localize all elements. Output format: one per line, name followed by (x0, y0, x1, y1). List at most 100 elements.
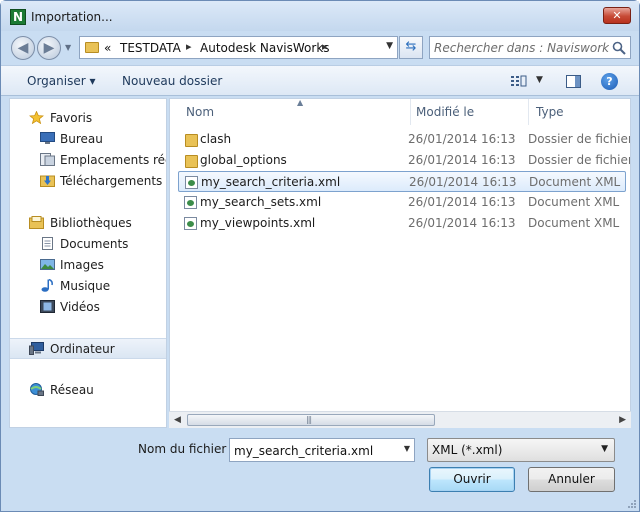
filename-input[interactable] (234, 443, 402, 459)
file-name: clash (200, 132, 232, 146)
close-button[interactable]: ✕ (603, 7, 631, 24)
network-icon (30, 383, 44, 396)
scroll-right-icon[interactable]: ▶ (619, 415, 626, 425)
xml-file-icon (184, 196, 197, 209)
refresh-button[interactable]: ⇆ (399, 36, 423, 59)
file-type: Document XML (528, 216, 620, 230)
file-date: 26/01/2014 16:13 (408, 153, 516, 167)
navisworks-app-icon: N (10, 9, 26, 25)
sidebar-item-reseau[interactable]: Réseau (10, 380, 166, 400)
breadcrumb-overflow[interactable]: « (104, 41, 111, 55)
file-name: global_options (200, 153, 287, 167)
sidebar-item-label: Téléchargements (60, 174, 163, 188)
search-box[interactable] (429, 36, 631, 59)
open-button[interactable]: Ouvrir (429, 467, 515, 492)
chevron-right-icon[interactable]: ▸ (186, 40, 192, 53)
sidebar-item-favoris[interactable]: Favoris (10, 108, 166, 128)
filetype-select[interactable]: XML (*.xml) ▼ (427, 438, 615, 462)
breadcrumb-autodesk-navisworks[interactable]: Autodesk NavisWorks (200, 41, 330, 55)
back-button[interactable]: ◀ (11, 36, 35, 60)
column-header-modified[interactable]: Modifié le (410, 99, 530, 125)
documents-icon (42, 237, 53, 250)
file-date: 26/01/2014 16:13 (408, 216, 516, 230)
file-type: Document XML (528, 195, 620, 209)
column-header-label: Nom (186, 105, 215, 119)
file-name: my_viewpoints.xml (200, 216, 316, 230)
column-header-type[interactable]: Type (530, 99, 630, 125)
sidebar-item-label: Réseau (50, 383, 94, 397)
music-icon (41, 279, 53, 292)
navigation-pane[interactable]: Favoris Bureau Emplacements récents Télé… (9, 98, 167, 428)
sidebar-item-label: Images (60, 258, 104, 272)
file-date: 26/01/2014 16:13 (408, 132, 516, 146)
videos-icon (40, 300, 55, 313)
filename-combobox[interactable]: ▼ (229, 438, 415, 462)
forward-button[interactable]: ▶ (37, 36, 61, 60)
sidebar-item-label: Ordinateur (50, 342, 115, 356)
recent-places-icon (40, 153, 55, 166)
new-folder-button[interactable]: Nouveau dossier (122, 74, 222, 88)
filename-dropdown-icon[interactable]: ▼ (404, 444, 410, 453)
column-divider[interactable] (528, 99, 529, 125)
sidebar-item-ordinateur[interactable]: Ordinateur (10, 338, 166, 359)
file-date: 26/01/2014 16:13 (409, 175, 517, 189)
address-bar[interactable]: « TESTDATA ▸ Autodesk NavisWorks ▸ ▼ (79, 36, 398, 59)
address-dropdown-icon[interactable]: ▼ (386, 41, 393, 51)
list-item-selected[interactable]: my_search_criteria.xml 26/01/2014 16:13 … (178, 171, 626, 192)
preview-pane-icon[interactable] (566, 75, 581, 88)
grip-icon: ||| (306, 415, 312, 424)
list-item[interactable]: clash 26/01/2014 16:13 Dossier de fichie… (178, 129, 630, 150)
column-header-label: Modifié le (416, 105, 475, 119)
help-icon[interactable]: ? (601, 73, 618, 90)
sidebar-item-images[interactable]: Images (10, 255, 166, 275)
sidebar-item-label: Vidéos (60, 300, 100, 314)
folder-icon (185, 155, 198, 168)
sidebar-item-telechargements[interactable]: Téléchargements (10, 171, 166, 191)
sidebar-item-bibliotheques[interactable]: Bibliothèques (10, 213, 166, 233)
view-dropdown-icon[interactable]: ▼ (536, 75, 543, 85)
column-header-name[interactable]: ▲ Nom (180, 99, 412, 125)
horizontal-scrollbar[interactable]: ◀ ||| ▶ (169, 411, 631, 428)
file-type: Dossier de fichiers (528, 153, 631, 167)
file-list[interactable]: ▲ Nom Modifié le Type clash 26/01/2014 1… (169, 98, 631, 428)
sidebar-item-documents[interactable]: Documents (10, 234, 166, 254)
scrollbar-thumb[interactable]: ||| (187, 414, 435, 426)
folder-icon (185, 134, 198, 147)
breadcrumb-testdata[interactable]: TESTDATA (120, 41, 181, 55)
sidebar-item-label: Emplacements récents (60, 153, 166, 167)
list-item[interactable]: global_options 26/01/2014 16:13 Dossier … (178, 150, 630, 171)
command-toolbar: Organiser ▾ Nouveau dossier ▼ ? (1, 65, 639, 96)
sort-ascending-icon: ▲ (297, 98, 304, 107)
scroll-left-icon[interactable]: ◀ (174, 415, 181, 425)
refresh-icon: ⇆ (405, 39, 417, 54)
desktop-icon (40, 132, 55, 144)
computer-icon (29, 342, 44, 355)
downloads-folder-icon (40, 175, 55, 187)
sidebar-item-videos[interactable]: Vidéos (10, 297, 166, 317)
list-item[interactable]: my_viewpoints.xml 26/01/2014 16:13 Docum… (178, 213, 626, 234)
list-item[interactable]: my_search_sets.xml 26/01/2014 16:13 Docu… (178, 192, 626, 213)
file-name: my_search_sets.xml (200, 195, 322, 209)
sidebar-item-emplacements-recents[interactable]: Emplacements récents (10, 150, 166, 170)
back-arrow-icon: ◀ (17, 40, 29, 56)
filetype-selected-value: XML (*.xml) (432, 443, 503, 457)
title-bar[interactable]: N Importation... ✕ (1, 1, 639, 31)
view-options-icon[interactable] (511, 75, 527, 88)
chevron-right-icon[interactable]: ▸ (322, 40, 328, 53)
chevron-down-icon: ▼ (601, 444, 608, 454)
libraries-icon (29, 216, 44, 229)
sidebar-item-label: Documents (60, 237, 129, 251)
sidebar-item-label: Bureau (60, 132, 103, 146)
resize-grip-icon[interactable] (627, 499, 637, 509)
sidebar-item-musique[interactable]: Musique (10, 276, 166, 296)
forward-arrow-icon: ▶ (43, 40, 55, 56)
file-type: Dossier de fichiers (528, 132, 631, 146)
organize-menu-button[interactable]: Organiser ▾ (27, 74, 95, 88)
folder-icon (85, 42, 99, 53)
file-type: Document XML (529, 175, 621, 189)
search-input[interactable] (434, 40, 609, 56)
recent-locations-dropdown-icon[interactable]: ▼ (65, 43, 71, 52)
filename-label: Nom du fichier : (138, 442, 235, 456)
sidebar-item-bureau[interactable]: Bureau (10, 129, 166, 149)
cancel-button[interactable]: Annuler (528, 467, 615, 492)
